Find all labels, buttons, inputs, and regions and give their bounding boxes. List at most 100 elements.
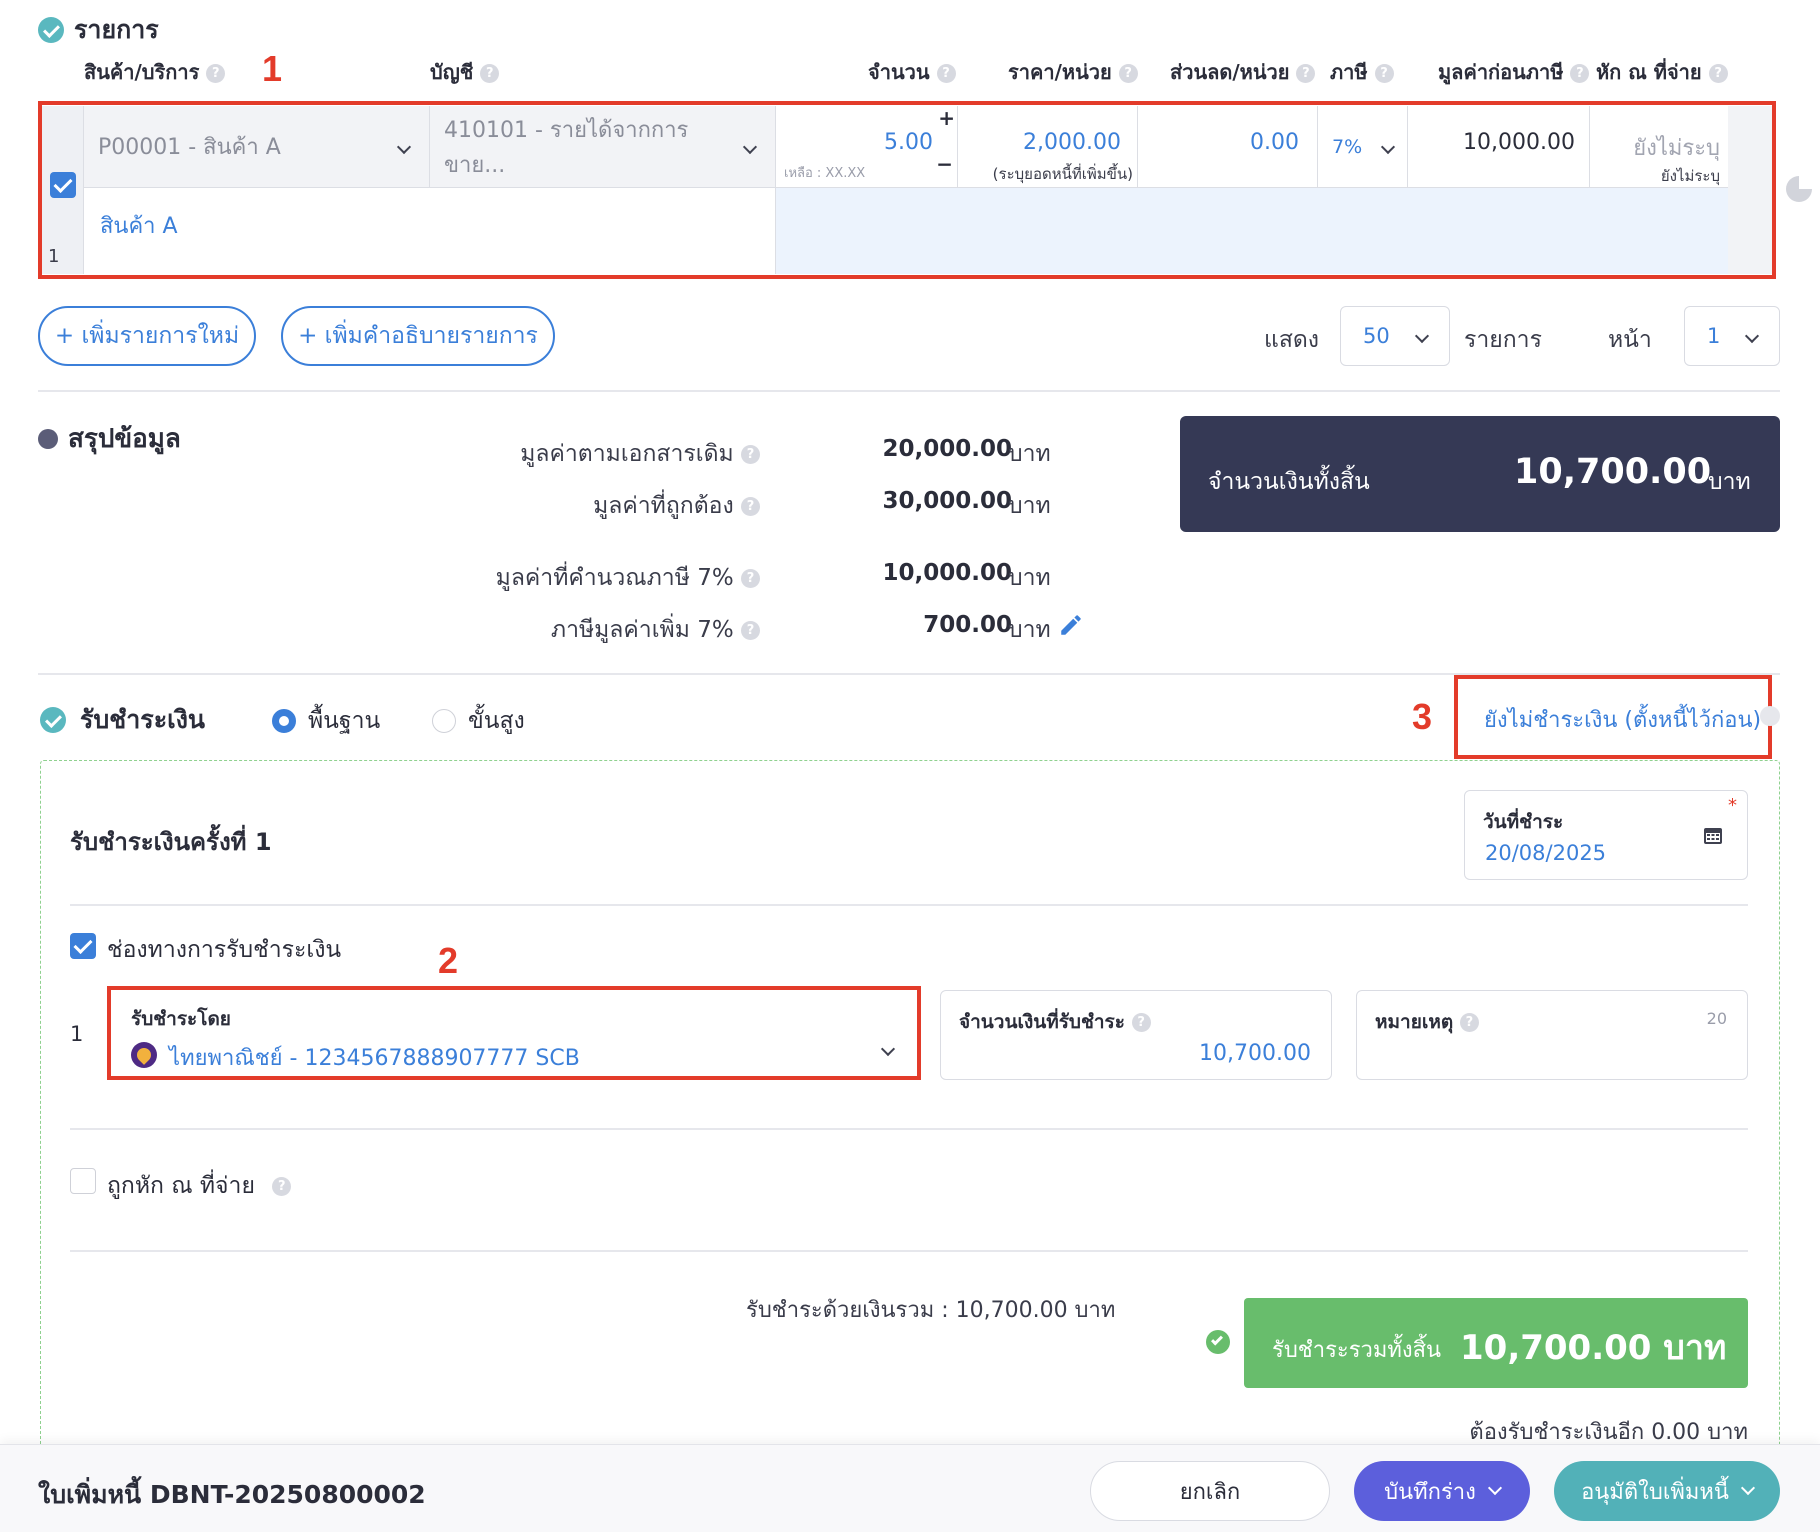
radio-selected-icon — [272, 709, 296, 733]
summary-unit: บาท — [1008, 617, 1051, 643]
help-icon[interactable]: ? — [206, 64, 226, 83]
help-icon[interactable]: ? — [741, 497, 760, 516]
approve-label: อนุมัติใบเพิ่มหนี้ — [1581, 1479, 1729, 1505]
page-value: 1 — [1707, 324, 1721, 348]
mode-basic-radio[interactable]: พื้นฐาน — [272, 703, 380, 739]
col-wht-label: หัก ณ ที่จ่าย — [1596, 60, 1702, 84]
help-icon[interactable]: ? — [1296, 64, 1316, 83]
approve-button[interactable]: อนุมัติใบเพิ่มหนี้ — [1554, 1461, 1780, 1521]
summary-unit: บาท — [1008, 565, 1051, 591]
chevron-down-icon — [880, 1041, 896, 1057]
annotation-number-3: 3 — [1412, 696, 1433, 737]
help-icon[interactable]: ? — [741, 445, 760, 464]
required-mark: * — [1728, 795, 1737, 816]
col-account-header: บัญชี ? — [430, 56, 500, 88]
summary-label: มูลค่าที่ถูกต้อง ? — [340, 488, 760, 524]
calendar-icon[interactable] — [1703, 825, 1723, 845]
summary-header: สรุปข้อมูล — [38, 418, 181, 459]
items-label: รายการ — [1464, 327, 1542, 353]
divider — [70, 1250, 1748, 1252]
add-item-button[interactable]: + เพิ่มรายการใหม่ — [38, 306, 256, 366]
help-icon[interactable]: ? — [1118, 64, 1138, 83]
total-unit: บาท — [1708, 469, 1751, 495]
col-price-label: ราคา/หน่วย — [1008, 60, 1112, 84]
help-icon[interactable]: ? — [936, 64, 956, 83]
col-qty-label: จำนวน — [868, 60, 930, 84]
help-icon[interactable]: ? — [1570, 64, 1590, 83]
per-page-select[interactable]: 50 — [1340, 306, 1450, 366]
mode-advanced-radio[interactable]: ขั้นสูง — [432, 703, 525, 739]
items-section-title: รายการ — [74, 15, 159, 44]
unpaid-link[interactable]: ยังไม่ชำระเงิน (ตั้งหนี้ไว้ก่อน) — [1484, 702, 1761, 737]
summary-label-text: มูลค่าที่คำนวณภาษี 7% — [495, 565, 734, 591]
grand-total-value: 10,700.00 บาท — [1460, 1328, 1727, 1368]
page-select[interactable]: 1 — [1684, 306, 1780, 366]
help-icon[interactable]: ? — [272, 1177, 292, 1196]
channel-checkbox[interactable] — [70, 933, 96, 959]
help-icon[interactable]: ? — [1459, 1013, 1479, 1032]
paid-total-text: รับชำระด้วยเงินรวม : 10,700.00 บาท — [746, 1298, 1116, 1323]
pay-by-value: ไทยพาณิชย์ - 1234567888907777 SCB — [169, 1046, 580, 1071]
amount-field[interactable]: จำนวนเงินที่รับชำระ ? 10,700.00 — [940, 990, 1332, 1080]
help-icon[interactable] — [1760, 706, 1780, 726]
items-section-header: รายการ — [38, 10, 159, 50]
summary-label: ภาษีมูลค่าเพิ่ม 7% ? — [340, 612, 760, 648]
annotation-number-1: 1 — [262, 48, 283, 89]
help-icon[interactable]: ? — [1131, 1013, 1151, 1032]
divider — [70, 904, 1748, 906]
payment-date-field[interactable]: วันที่ชำระ * 20/08/2025 — [1464, 790, 1748, 880]
chevron-down-icon — [1740, 1480, 1755, 1496]
divider — [70, 1128, 1748, 1130]
wht-checkbox[interactable] — [70, 1168, 96, 1194]
summary-value: 10,000.00 — [882, 560, 1013, 586]
col-product-header: สินค้า/บริการ ? — [84, 56, 226, 88]
col-pretax-header: มูลค่าก่อนภาษี ? — [1438, 56, 1590, 88]
help-icon[interactable]: ? — [480, 64, 500, 83]
col-qty-header: จำนวน ? — [868, 56, 956, 88]
summary-label-text: มูลค่าที่ถูกต้อง — [593, 493, 734, 519]
help-icon[interactable]: ? — [1374, 64, 1394, 83]
pie-chart-icon[interactable] — [1786, 176, 1812, 202]
chevron-down-icon — [1744, 328, 1760, 344]
save-draft-button[interactable]: บันทึกร่าง — [1354, 1461, 1530, 1521]
edit-pencil-icon[interactable] — [1058, 612, 1084, 638]
summary-title: สรุปข้อมูล — [68, 424, 181, 454]
note-field[interactable]: หมายเหตุ ? 20 — [1356, 990, 1748, 1080]
mode-advanced-label: ขั้นสูง — [468, 708, 525, 734]
cancel-button[interactable]: ยกเลิก — [1090, 1461, 1330, 1521]
channel-label: ช่องทางการรับชำระเงิน — [107, 937, 342, 963]
summary-label: มูลค่าตามเอกสารเดิม ? — [340, 436, 760, 472]
amount-value: 10,700.00 — [1199, 1041, 1311, 1066]
date-label: วันที่ชำระ — [1483, 811, 1564, 833]
summary-value: 20,000.00 — [882, 436, 1013, 462]
footer-bar: ใบเพิ่มหนี้ DBNT-20250800002 ยกเลิก บันท… — [0, 1444, 1820, 1532]
grand-total-label: รับชำระรวมทั้งสิ้น — [1272, 1338, 1442, 1363]
annotation-box-1 — [38, 101, 1776, 279]
add-description-button[interactable]: + เพิ่มคำอธิบายรายการ — [281, 306, 555, 366]
col-discount-header: ส่วนลด/หน่วย ? — [1170, 56, 1316, 88]
date-value: 20/08/2025 — [1485, 841, 1607, 865]
total-value: 10,700.00 — [1514, 452, 1712, 492]
grand-total-box: รับชำระรวมทั้งสิ้น 10,700.00 บาท — [1244, 1298, 1748, 1388]
help-icon[interactable]: ? — [741, 569, 760, 588]
chevron-down-icon — [1487, 1480, 1502, 1496]
help-icon[interactable]: ? — [741, 621, 760, 640]
per-page-value: 50 — [1363, 324, 1390, 348]
save-draft-label: บันทึกร่าง — [1384, 1479, 1476, 1505]
radio-empty-icon — [432, 709, 456, 733]
total-amount-box: จำนวนเงินทั้งสิ้น 10,700.00 บาท — [1180, 416, 1780, 532]
check-green-icon — [1206, 1330, 1230, 1354]
summary-label: มูลค่าที่คำนวณภาษี 7% ? — [340, 560, 760, 596]
document-title: ใบเพิ่มหนี้ DBNT-20250800002 — [38, 1480, 426, 1509]
payment-round-title: รับชำระเงินครั้งที่ 1 — [70, 828, 272, 856]
pay-by-label: รับชำระโดย — [131, 1008, 231, 1030]
help-icon[interactable]: ? — [1708, 64, 1728, 83]
total-label: จำนวนเงินทั้งสิ้น — [1208, 469, 1370, 495]
pay-by-select[interactable]: รับชำระโดย ไทยพาณิชย์ - 1234567888907777… — [107, 986, 921, 1080]
note-label-wrap: หมายเหตุ ? — [1375, 1007, 1479, 1037]
col-discount-label: ส่วนลด/หน่วย — [1170, 60, 1290, 84]
summary-unit: บาท — [1008, 493, 1051, 519]
show-label: แสดง — [1264, 327, 1320, 353]
check-circle-icon — [38, 17, 64, 43]
payment-line-index: 1 — [70, 1022, 84, 1046]
